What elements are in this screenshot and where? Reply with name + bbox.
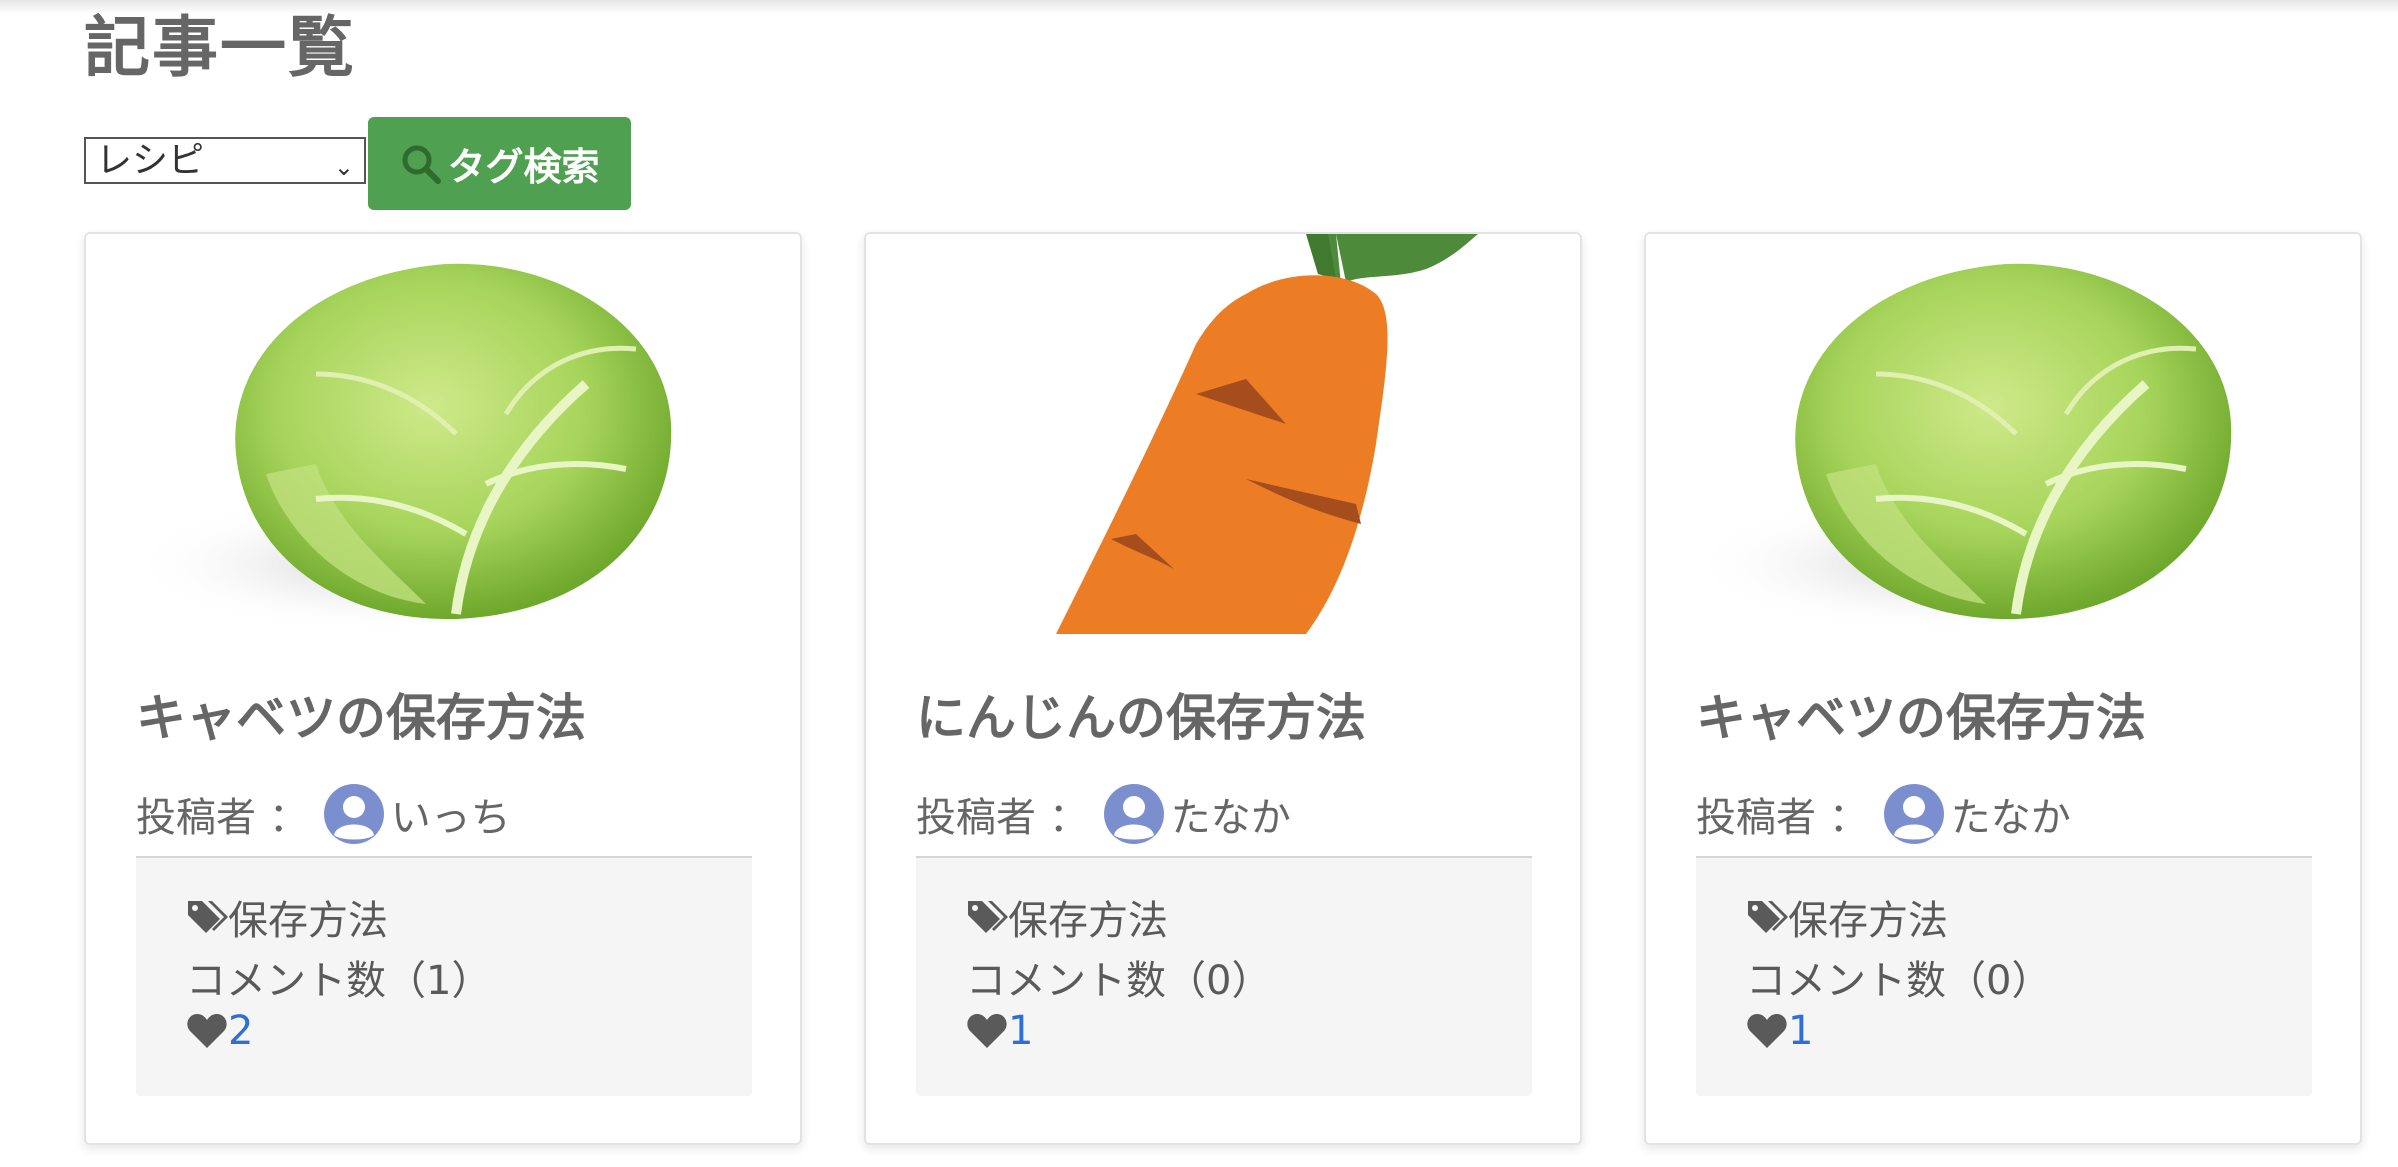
tag-icon xyxy=(1748,901,1788,933)
like-count: 1 xyxy=(1788,1008,1814,1054)
tag-row[interactable]: 保存方法 xyxy=(186,888,388,946)
tag-search-label: タグ検索 xyxy=(447,145,600,189)
tag-select-value: レシピ xyxy=(96,140,205,181)
author-label: 投稿者 ： xyxy=(916,795,1089,841)
tag-select[interactable]: レシピ ⌄ xyxy=(84,137,366,184)
avatar-icon[interactable] xyxy=(1103,783,1165,845)
chevron-down-icon: ⌄ xyxy=(333,153,354,181)
author-name[interactable]: たなか xyxy=(1951,785,2071,843)
heart-icon[interactable] xyxy=(186,1011,228,1051)
comment-count: コメント数（1） xyxy=(186,958,492,1004)
article-title[interactable]: キャベツの保存方法 xyxy=(136,678,586,750)
tag-row[interactable]: 保存方法 xyxy=(966,888,1168,946)
like-count: 1 xyxy=(1008,1008,1034,1054)
search-icon xyxy=(402,145,442,184)
like-count: 2 xyxy=(228,1008,254,1054)
tag-icon xyxy=(188,901,228,933)
tag-row[interactable]: 保存方法 xyxy=(1746,888,1948,946)
tag-search-button[interactable]: タグ検索 xyxy=(368,117,631,210)
cabbage-image[interactable] xyxy=(1646,234,2360,634)
tag-label: 保存方法 xyxy=(228,898,388,944)
like-row[interactable]: 2 xyxy=(186,1008,253,1054)
author-row: 投稿者 ： たなか xyxy=(1696,782,2071,846)
comment-count: コメント数（0） xyxy=(1746,958,2052,1004)
article-title[interactable]: にんじんの保存方法 xyxy=(916,678,1366,750)
author-label: 投稿者 ： xyxy=(1696,795,1869,841)
like-row[interactable]: 1 xyxy=(1746,1008,1813,1054)
author-name[interactable]: いっち xyxy=(391,785,511,843)
tag-icon xyxy=(968,901,1008,933)
author-label: 投稿者 ： xyxy=(136,795,309,841)
article-title[interactable]: キャベツの保存方法 xyxy=(1696,678,2146,750)
author-row: 投稿者 ： たなか xyxy=(916,782,1291,846)
article-card[interactable]: キャベツの保存方法 投稿者 ： いっち 保存方法 コメント数（1） 2 xyxy=(84,232,802,1145)
heart-icon[interactable] xyxy=(966,1011,1008,1051)
cabbage-image[interactable] xyxy=(86,234,800,634)
tag-label: 保存方法 xyxy=(1008,898,1168,944)
article-card[interactable]: キャベツの保存方法 投稿者 ： たなか 保存方法 コメント数（0） 1 xyxy=(1644,232,2362,1145)
article-card[interactable]: にんじんの保存方法 投稿者 ： たなか 保存方法 コメント数（0） 1 xyxy=(864,232,1582,1145)
author-name[interactable]: たなか xyxy=(1171,785,1291,843)
card-footer: 保存方法 コメント数（1） 2 xyxy=(136,856,752,1096)
avatar-icon[interactable] xyxy=(1883,783,1945,845)
like-row[interactable]: 1 xyxy=(966,1008,1033,1054)
tag-label: 保存方法 xyxy=(1788,898,1948,944)
card-footer: 保存方法 コメント数（0） 1 xyxy=(916,856,1532,1096)
card-footer: 保存方法 コメント数（0） 1 xyxy=(1696,856,2312,1096)
avatar-icon[interactable] xyxy=(323,783,385,845)
comment-count: コメント数（0） xyxy=(966,958,1272,1004)
header-shadow xyxy=(0,0,2398,14)
carrot-image[interactable] xyxy=(866,234,1580,634)
author-row: 投稿者 ： いっち xyxy=(136,782,511,846)
heart-icon[interactable] xyxy=(1746,1011,1788,1051)
page-title: 記事一覧 xyxy=(84,9,356,86)
